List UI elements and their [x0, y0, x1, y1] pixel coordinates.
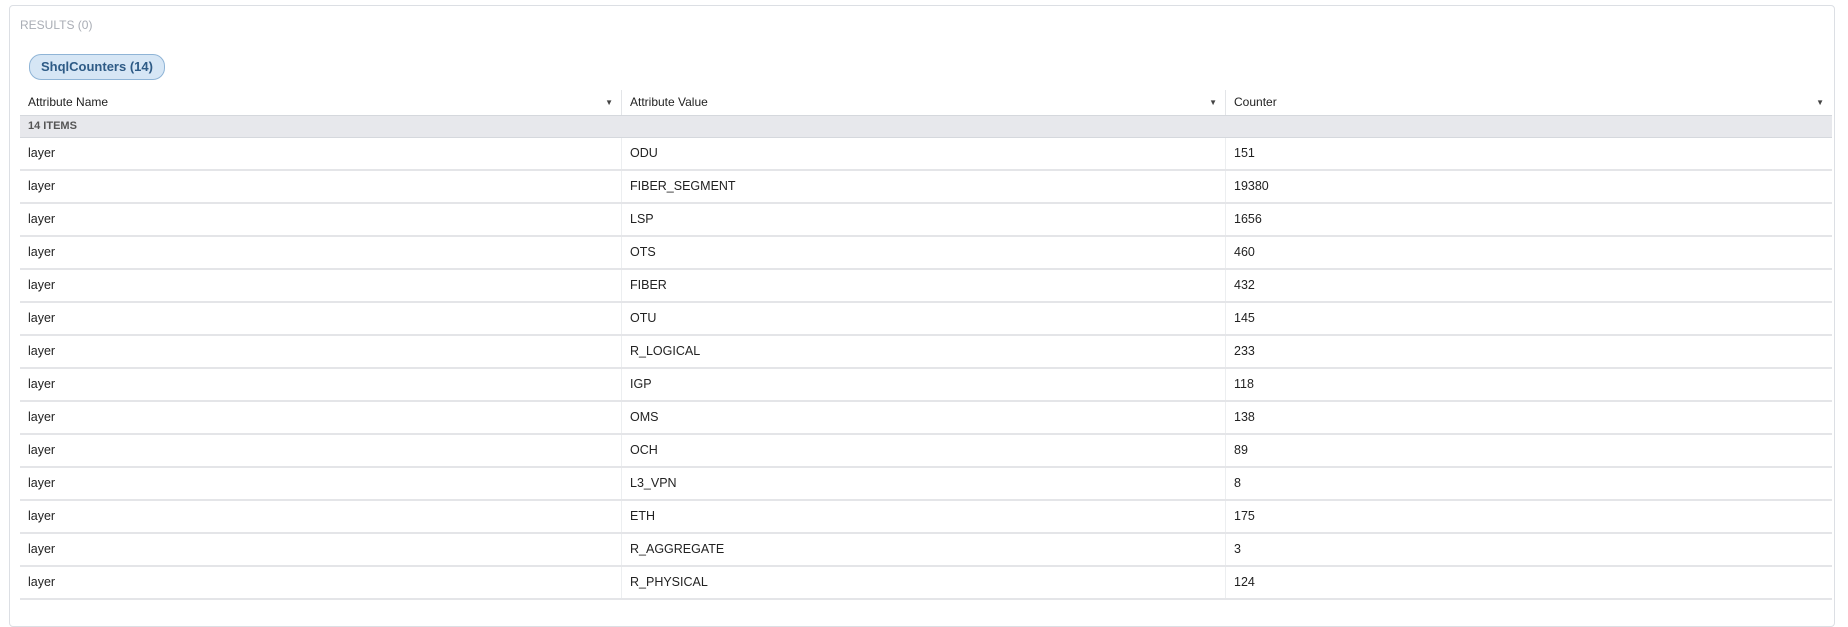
table-row[interactable]: layer ODU 151: [20, 138, 1832, 171]
counter-cell: 118: [1234, 377, 1254, 391]
attribute-name-cell: layer: [20, 435, 622, 466]
counter-cell: 1656: [1234, 212, 1262, 226]
table-row[interactable]: layer LSP 1656: [20, 204, 1832, 237]
counter-cell: 138: [1234, 410, 1255, 424]
attribute-name-cell: layer: [20, 501, 622, 532]
caret-down-icon[interactable]: ▼: [1816, 90, 1824, 115]
attribute-value-cell: ODU: [622, 138, 1226, 169]
attribute-name-cell: layer: [20, 237, 622, 268]
counter-cell: 145: [1234, 311, 1255, 325]
attribute-value-cell: IGP: [622, 369, 1226, 400]
table-row[interactable]: layer L3_VPN 8: [20, 468, 1832, 501]
table-row[interactable]: layer FIBER 432: [20, 270, 1832, 303]
table-row[interactable]: layer R_LOGICAL 233: [20, 336, 1832, 369]
results-heading: RESULTS (0): [20, 18, 93, 32]
caret-down-icon[interactable]: ▼: [605, 90, 613, 115]
attribute-value-cell: OCH: [622, 435, 1226, 466]
attribute-value-cell: LSP: [622, 204, 1226, 235]
attribute-name-cell: layer: [20, 402, 622, 433]
attribute-value-cell: OTU: [622, 303, 1226, 334]
attribute-name-cell: layer: [20, 204, 622, 235]
column-label: Counter: [1234, 95, 1277, 109]
column-header-attribute-value[interactable]: Attribute Value ▼: [622, 90, 1226, 115]
table-row[interactable]: layer ETH 175: [20, 501, 1832, 534]
group-row: 14 ITEMS: [20, 116, 1832, 138]
counter-cell: 8: [1234, 476, 1241, 490]
table-row[interactable]: layer OTS 460: [20, 237, 1832, 270]
table-row[interactable]: layer OCH 89: [20, 435, 1832, 468]
attribute-value-cell: OMS: [622, 402, 1226, 433]
table-row[interactable]: layer IGP 118: [20, 369, 1832, 402]
attribute-value-cell: R_LOGICAL: [622, 336, 1226, 367]
attribute-name-cell: layer: [20, 369, 622, 400]
counter-cell: 3: [1234, 542, 1241, 556]
column-header-attribute-name[interactable]: Attribute Name ▼: [20, 90, 622, 115]
attribute-value-cell: FIBER_SEGMENT: [622, 171, 1226, 202]
counter-cell: 19380: [1234, 179, 1269, 193]
column-label: Attribute Name: [28, 95, 109, 109]
attribute-value-cell: R_AGGREGATE: [622, 534, 1226, 565]
attribute-value-cell: R_PHYSICAL: [622, 567, 1226, 598]
attribute-value-cell: ETH: [622, 501, 1226, 532]
table-row[interactable]: layer OTU 145: [20, 303, 1832, 336]
table-row[interactable]: layer FIBER_SEGMENT 19380: [20, 171, 1832, 204]
counter-cell: 151: [1234, 146, 1255, 160]
table-body: layer ODU 151 layer FIBER_SEGMENT 19380 layer L…: [20, 138, 1832, 600]
attribute-name-cell: layer: [20, 567, 622, 598]
table-header: Attribute Name ▼ Attribute Value ▼ Counter…: [20, 90, 1832, 116]
counter-cell: 233: [1234, 344, 1255, 358]
attribute-value-cell: L3_VPN: [622, 468, 1226, 499]
tab-shqlcounters[interactable]: ShqlCounters (14): [29, 54, 165, 80]
attribute-value-cell: FIBER: [622, 270, 1226, 301]
table-row[interactable]: layer R_AGGREGATE 3: [20, 534, 1832, 567]
attribute-name-cell: layer: [20, 138, 622, 169]
counter-cell: 89: [1234, 443, 1248, 457]
table-row[interactable]: layer OMS 138: [20, 402, 1832, 435]
attribute-name-cell: layer: [20, 534, 622, 565]
column-label: Attribute Value: [630, 95, 708, 109]
column-header-counter[interactable]: Counter ▼: [1226, 90, 1832, 115]
counter-cell: 124: [1234, 575, 1255, 589]
attribute-name-cell: layer: [20, 171, 622, 202]
results-panel: RESULTS (0) ShqlCounters (14) Attribute …: [9, 5, 1835, 627]
results-table: Attribute Name ▼ Attribute Value ▼ Counter…: [20, 90, 1832, 600]
attribute-name-cell: layer: [20, 468, 622, 499]
counter-cell: 432: [1234, 278, 1255, 292]
caret-down-icon[interactable]: ▼: [1209, 90, 1217, 115]
attribute-name-cell: layer: [20, 303, 622, 334]
attribute-value-cell: OTS: [622, 237, 1226, 268]
attribute-name-cell: layer: [20, 336, 622, 367]
counter-cell: 460: [1234, 245, 1255, 259]
table-row[interactable]: layer R_PHYSICAL 124: [20, 567, 1832, 600]
attribute-name-cell: layer: [20, 270, 622, 301]
counter-cell: 175: [1234, 509, 1255, 523]
